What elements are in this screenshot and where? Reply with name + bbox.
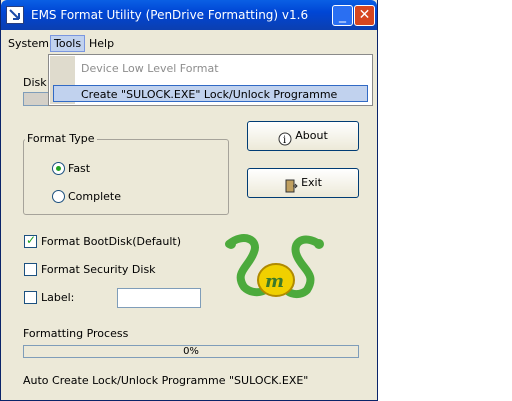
- formatting-progress-bar: 0%: [23, 345, 359, 358]
- svg-text:i: i: [283, 135, 286, 146]
- bootdisk-label[interactable]: Format BootDisk(Default): [41, 235, 181, 248]
- svg-text:m: m: [265, 271, 284, 292]
- about-label: About: [295, 129, 328, 142]
- minimize-button[interactable]: _: [332, 5, 353, 26]
- exit-button[interactable]: Exit: [247, 168, 359, 198]
- formatting-process-label: Formatting Process: [23, 327, 129, 340]
- menu-help[interactable]: Help: [89, 37, 114, 50]
- complete-label[interactable]: Complete: [68, 190, 121, 203]
- menu-item-create-sulock-label: Create "SULOCK.EXE" Lock/Unlock Programm…: [81, 88, 338, 101]
- label-checkbox-label[interactable]: Label:: [41, 291, 74, 304]
- close-button[interactable]: ✕: [354, 5, 375, 26]
- dragon-logo: m: [219, 232, 329, 302]
- menu-item-low-level-format[interactable]: Device Low Level Format: [81, 62, 219, 75]
- security-disk-label[interactable]: Format Security Disk: [41, 263, 156, 276]
- app-icon: [6, 6, 24, 24]
- window-title: EMS Format Utility (PenDrive Formatting)…: [31, 8, 309, 22]
- menu-system[interactable]: System: [8, 37, 49, 50]
- label-input[interactable]: [117, 288, 201, 308]
- close-icon: ✕: [358, 7, 371, 23]
- bootdisk-checkbox[interactable]: [24, 233, 37, 248]
- menu-item-create-sulock[interactable]: Create "SULOCK.EXE" Lock/Unlock Programm…: [53, 85, 368, 102]
- format-type-label: Format Type: [25, 132, 97, 145]
- security-disk-checkbox[interactable]: [24, 263, 37, 276]
- format-type-group: [23, 139, 229, 215]
- info-icon: i: [278, 129, 292, 146]
- exit-door-icon: [284, 176, 298, 193]
- exit-label: Exit: [301, 176, 322, 189]
- app-window: EMS Format Utility (PenDrive Formatting)…: [0, 0, 378, 401]
- minimize-icon: _: [339, 7, 346, 23]
- title-bar[interactable]: EMS Format Utility (PenDrive Formatting)…: [1, 0, 377, 30]
- tools-dropdown-menu: Device Low Level Format Create "SULOCK.E…: [48, 54, 373, 106]
- about-button[interactable]: i About: [247, 121, 359, 151]
- menu-bar: System Tools Help: [1, 34, 377, 54]
- label-checkbox[interactable]: [24, 291, 37, 304]
- menu-tools[interactable]: Tools: [50, 35, 86, 52]
- complete-radio[interactable]: [52, 190, 65, 203]
- fast-radio[interactable]: [52, 162, 65, 175]
- progress-text: 0%: [183, 346, 199, 357]
- fast-label[interactable]: Fast: [68, 162, 90, 175]
- disk-label: Disk: [23, 76, 47, 89]
- status-text: Auto Create Lock/Unlock Programme "SULOC…: [23, 374, 309, 387]
